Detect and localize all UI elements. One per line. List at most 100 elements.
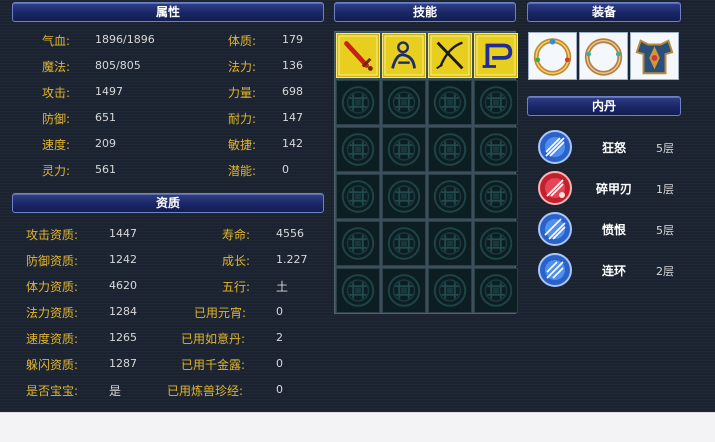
apt-value-speed: 1265: [109, 331, 137, 344]
attr-value-strength: 698: [282, 85, 303, 98]
attr-value-mp: 805/805: [95, 59, 141, 72]
skill-slot-3[interactable]: [428, 33, 472, 78]
skill-slot-1[interactable]: [336, 33, 380, 78]
attr-label-endurance: 耐力:: [228, 112, 257, 126]
empty-skill-slot-20[interactable]: [474, 221, 518, 266]
equip-slot-3[interactable]: [630, 32, 679, 80]
skill-grid: [334, 31, 518, 314]
apt-label-ruyi-used: 已用如意丹:: [181, 332, 246, 346]
attr-label-defense: 防御:: [42, 112, 71, 126]
empty-skill-slot-icon: [387, 274, 421, 307]
apt-label-beast-book-used: 已用炼兽珍经:: [167, 384, 244, 398]
empty-skill-slot-icon: [479, 227, 513, 260]
attr-label-mp: 魔法:: [42, 60, 71, 74]
page-bottom-strip: [0, 412, 715, 442]
apt-label-stamina: 体力资质:: [26, 280, 79, 294]
empty-skill-slot-icon: [387, 180, 421, 213]
apt-label-speed: 速度资质:: [26, 332, 79, 346]
empty-skill-slot-icon: [433, 180, 467, 213]
empty-skill-slot-9[interactable]: [336, 127, 380, 172]
pet-info-panel: 属性 气血: 1896/1896 体质: 179 魔法: 805/805 法力:…: [0, 0, 715, 412]
empty-skill-slot-22[interactable]: [382, 268, 426, 313]
inner-pill-header: 内丹: [527, 96, 681, 116]
bow-skill-icon: [476, 35, 516, 76]
empty-skill-slot-icon: [433, 274, 467, 307]
attr-value-hp: 1896/1896: [95, 33, 155, 46]
empty-skill-slot-icon: [387, 86, 421, 119]
empty-skill-slot-23[interactable]: [428, 268, 472, 313]
equip-slot-1[interactable]: [528, 32, 577, 80]
attr-label-attack: 攻击:: [42, 86, 71, 100]
skill-slot-2[interactable]: [382, 33, 426, 78]
attr-label-magic: 法力:: [228, 60, 257, 74]
inner-pill-4-level: 2层: [656, 265, 674, 278]
inner-pill-2-level: 1层: [656, 183, 674, 196]
apt-label-lantern-used: 已用元宵:: [194, 306, 247, 320]
empty-skill-slot-icon: [479, 180, 513, 213]
apt-label-element: 五行:: [222, 280, 251, 294]
empty-skill-slot-6[interactable]: [382, 80, 426, 125]
apt-value-dodge: 1287: [109, 357, 137, 370]
sword-skill-icon: [338, 35, 378, 76]
apt-value-attack: 1447: [109, 227, 137, 240]
inner-pill-1-icon[interactable]: [537, 129, 573, 165]
empty-skill-slot-10[interactable]: [382, 127, 426, 172]
apt-label-growth: 成长:: [222, 254, 251, 268]
skill-slot-4[interactable]: [474, 33, 518, 78]
equip-slot-2[interactable]: [579, 32, 628, 80]
apt-value-stamina: 4620: [109, 279, 137, 292]
attr-value-defense: 651: [95, 111, 116, 124]
inner-pill-4-icon[interactable]: [537, 252, 573, 288]
empty-skill-slot-icon: [341, 180, 375, 213]
apt-label-dodge: 躲闪资质:: [26, 358, 79, 372]
silver-ring-icon: [584, 38, 623, 76]
apt-value-magic: 1284: [109, 305, 137, 318]
empty-skill-slot-15[interactable]: [428, 174, 472, 219]
empty-skill-slot-icon: [433, 86, 467, 119]
apt-label-lifespan: 寿命:: [222, 228, 251, 242]
empty-skill-slot-icon: [341, 227, 375, 260]
empty-skill-slot-24[interactable]: [474, 268, 518, 313]
apt-label-magic: 法力资质:: [26, 306, 79, 320]
empty-skill-slot-icon: [479, 274, 513, 307]
inner-pill-3-icon[interactable]: [537, 211, 573, 247]
attr-value-potential: 0: [282, 163, 289, 176]
empty-skill-slot-21[interactable]: [336, 268, 380, 313]
empty-skill-slot-14[interactable]: [382, 174, 426, 219]
empty-skill-slot-11[interactable]: [428, 127, 472, 172]
empty-skill-slot-5[interactable]: [336, 80, 380, 125]
apt-value-lantern-used: 0: [276, 305, 283, 318]
apt-value-lifespan: 4556: [276, 227, 304, 240]
attr-label-hp: 气血:: [42, 34, 71, 48]
apt-value-dew-used: 0: [276, 357, 283, 370]
empty-skill-slot-icon: [341, 274, 375, 307]
apt-value-beast-book-used: 0: [276, 383, 283, 396]
empty-skill-slot-18[interactable]: [382, 221, 426, 266]
empty-skill-slot-12[interactable]: [474, 127, 518, 172]
empty-skill-slot-16[interactable]: [474, 174, 518, 219]
apt-label-dew-used: 已用千金露:: [181, 358, 246, 372]
empty-skill-slot-7[interactable]: [428, 80, 472, 125]
apt-value-defense: 1242: [109, 253, 137, 266]
aptitude-header: 资质: [12, 193, 324, 213]
inner-pill-3-name: 愤恨: [602, 223, 627, 237]
attr-value-endurance: 147: [282, 111, 303, 124]
attr-label-constitution: 体质:: [228, 34, 257, 48]
empty-skill-slot-17[interactable]: [336, 221, 380, 266]
apt-label-is-baby: 是否宝宝:: [26, 384, 79, 398]
inner-pill-4-name: 连环: [602, 264, 627, 278]
attr-label-spirit: 灵力:: [42, 164, 71, 178]
crossed-blades-skill-icon: [430, 35, 470, 76]
empty-skill-slot-icon: [433, 227, 467, 260]
apt-value-is-baby: 是: [109, 384, 122, 398]
inner-pill-2-icon[interactable]: [537, 170, 573, 206]
attr-label-speed: 速度:: [42, 138, 71, 152]
horse-rider-skill-icon: [384, 35, 424, 76]
empty-skill-slot-icon: [387, 227, 421, 260]
empty-skill-slot-19[interactable]: [428, 221, 472, 266]
empty-skill-slot-8[interactable]: [474, 80, 518, 125]
apt-label-defense: 防御资质:: [26, 254, 79, 268]
empty-skill-slot-13[interactable]: [336, 174, 380, 219]
empty-skill-slot-icon: [341, 133, 375, 166]
empty-skill-slot-icon: [479, 133, 513, 166]
